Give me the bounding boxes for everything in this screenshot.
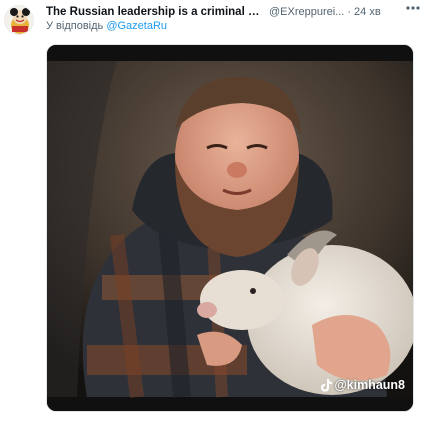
separator-dot: · (347, 6, 352, 18)
reply-context: У відповідь @GazetaRu (46, 20, 167, 32)
timestamp[interactable]: 24 хв (354, 6, 381, 18)
reply-prefix: У відповідь (46, 20, 107, 32)
author-name[interactable]: The Russian leadership is a criminal org… (46, 6, 264, 18)
tiktok-icon (321, 378, 333, 392)
author-handle[interactable]: @EXreppurei... (269, 6, 344, 18)
tweet-header: The Russian leadership is a criminal org… (46, 4, 416, 20)
reply-mention-link[interactable]: @GazetaRu (106, 20, 167, 32)
tweet[interactable]: The Russian leadership is a criminal org… (0, 0, 428, 423)
watermark-handle: @kimhaun8 (334, 378, 405, 392)
more-horizontal-icon (406, 6, 420, 10)
author-avatar[interactable] (4, 5, 34, 35)
tiktok-watermark: @kimhaun8 (320, 378, 405, 392)
tweet-image[interactable]: @kimhaun8 (46, 44, 414, 412)
photo-man-hugging-sheep (47, 45, 413, 411)
more-options-button[interactable] (402, 0, 424, 16)
